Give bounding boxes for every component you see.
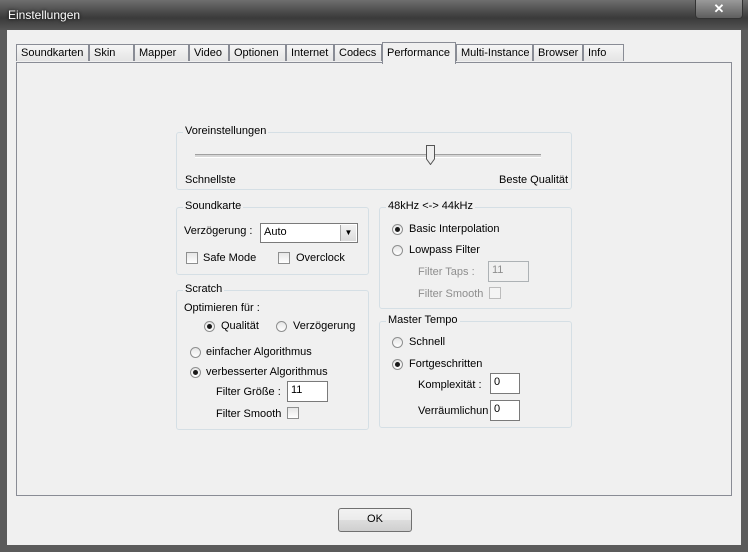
advanced-label: Fortgeschritten: [409, 358, 483, 370]
improved-algorithm-radio[interactable]: [190, 367, 201, 378]
safe-mode-label: Safe Mode: [203, 252, 257, 264]
preset-slider-thumb[interactable]: [426, 145, 436, 165]
complexity-label: Komplexität :: [418, 379, 482, 391]
ok-button[interactable]: OK: [338, 508, 412, 532]
lowpass-filter-radio[interactable]: [392, 245, 403, 256]
fast-radio[interactable]: [392, 337, 403, 348]
presets-title: Voreinstellungen: [183, 125, 269, 137]
window-title: Einstellungen: [8, 8, 81, 22]
quality-label: Qualität: [221, 320, 259, 332]
filter-size-label: Filter Größe :: [216, 386, 281, 398]
filter-size-input[interactable]: 11: [287, 381, 328, 402]
tab-info[interactable]: Info: [583, 44, 624, 61]
tab-multi-instance[interactable]: Multi-Instance: [456, 44, 533, 61]
latency-opt-label: Verzögerung: [293, 320, 356, 332]
performance-panel: Voreinstellungen Schnellste Beste Qualit…: [16, 62, 732, 496]
tab-internet[interactable]: Internet: [286, 44, 334, 61]
tab-codecs[interactable]: Codecs: [334, 44, 382, 61]
filter-taps-input[interactable]: 11: [488, 261, 529, 282]
chevron-down-icon[interactable]: ▼: [340, 225, 356, 241]
resample-title: 48kHz <-> 44kHz: [386, 200, 475, 212]
complexity-input[interactable]: 0: [490, 373, 520, 394]
latency-select[interactable]: Auto ▼: [260, 223, 358, 243]
preset-max-label: Beste Qualität: [499, 174, 569, 186]
close-icon: ✕: [713, 1, 725, 16]
presets-group: Voreinstellungen Schnellste Beste Qualit…: [176, 125, 572, 190]
resample-filter-smooth-label: Filter Smooth: [418, 288, 484, 300]
basic-interpolation-label: Basic Interpolation: [409, 223, 500, 235]
lowpass-filter-label: Lowpass Filter: [409, 244, 480, 256]
preset-slider-track[interactable]: [195, 154, 541, 158]
latency-radio[interactable]: [276, 321, 287, 332]
scratch-filter-smooth-checkbox[interactable]: [287, 407, 299, 419]
latency-select-value: Auto: [264, 226, 287, 238]
filter-taps-label: Filter Taps :: [418, 266, 475, 278]
blur-input[interactable]: 0: [490, 400, 520, 421]
optimize-label: Optimieren für :: [184, 302, 260, 314]
scratch-title: Scratch: [183, 283, 225, 295]
safe-mode-checkbox[interactable]: [186, 252, 198, 264]
tab-performance[interactable]: Performance: [382, 42, 456, 64]
resample-filter-smooth-checkbox[interactable]: [489, 287, 501, 299]
settings-window: Einstellungen ✕ Soundkarten Skin Mapper …: [0, 0, 748, 552]
overclock-label: Overclock: [296, 252, 345, 264]
tab-soundkarten[interactable]: Soundkarten: [16, 44, 89, 61]
fast-label: Schnell: [409, 336, 446, 348]
resample-group: 48kHz <-> 44kHz Basic Interpolation Lowp…: [379, 200, 572, 309]
basic-interpolation-radio[interactable]: [392, 224, 403, 235]
quality-radio[interactable]: [204, 321, 215, 332]
soundcard-title: Soundkarte: [183, 200, 244, 212]
tab-browser[interactable]: Browser: [533, 44, 583, 61]
master-tempo-title: Master Tempo: [386, 314, 460, 326]
tab-video[interactable]: Video: [189, 44, 229, 61]
blur-label: Verräumlichung: [418, 405, 488, 417]
title-bar[interactable]: Einstellungen ✕: [0, 0, 748, 30]
simple-algorithm-label: einfacher Algorithmus: [206, 346, 312, 358]
tab-optionen[interactable]: Optionen: [229, 44, 286, 61]
dialog-client: Soundkarten Skin Mapper Video Optionen I…: [7, 30, 741, 545]
scratch-group: Scratch Optimieren für : Qualität Verzög…: [176, 283, 369, 430]
advanced-radio[interactable]: [392, 359, 403, 370]
tab-mapper[interactable]: Mapper: [134, 44, 189, 61]
simple-algorithm-radio[interactable]: [190, 347, 201, 358]
scratch-filter-smooth-label: Filter Smooth: [216, 408, 282, 420]
tab-skin[interactable]: Skin: [89, 44, 134, 61]
close-button[interactable]: ✕: [695, 0, 743, 19]
preset-min-label: Schnellste: [185, 174, 236, 186]
overclock-checkbox[interactable]: [278, 252, 290, 264]
improved-algorithm-label: verbesserter Algorithmus: [206, 366, 328, 378]
master-tempo-group: Master Tempo Schnell Fortgeschritten Kom…: [379, 314, 572, 428]
soundcard-group: Soundkarte Verzögerung : Auto ▼ Safe Mod…: [176, 200, 369, 275]
latency-label: Verzögerung :: [184, 225, 253, 237]
